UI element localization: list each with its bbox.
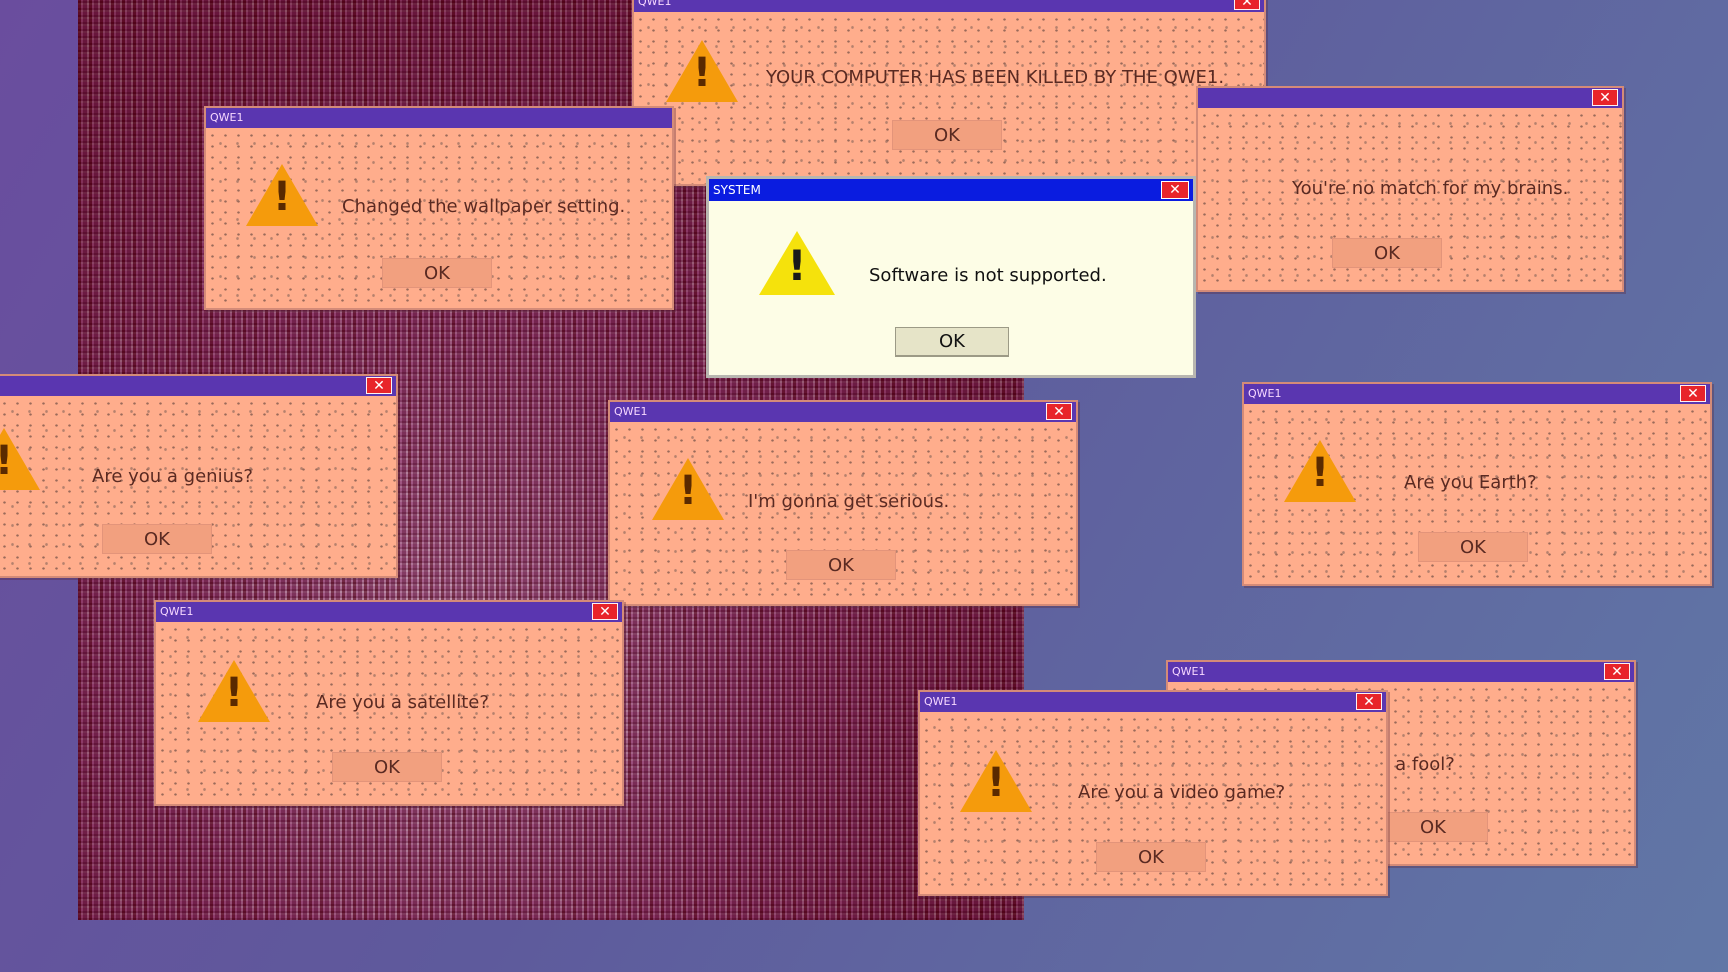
dialog-message: Are you a satellite? xyxy=(316,692,489,713)
dialog-brains: ✕ You're no match for my brains. OK xyxy=(1196,86,1624,292)
dialog-message: I'm gonna get serious. xyxy=(748,491,950,512)
dialog-title: QWE1 xyxy=(210,111,244,124)
dialog-titlebar[interactable]: QWE1 ✕ xyxy=(634,0,1264,12)
system-message: Software is not supported. xyxy=(869,265,1107,286)
dialog-titlebar[interactable]: QWE1 ✕ xyxy=(156,602,622,622)
dialog-message: You're no match for my brains. xyxy=(1292,178,1569,199)
dialog-title: QWE1 xyxy=(614,405,648,418)
system-title: SYSTEM xyxy=(713,183,761,197)
ok-button[interactable]: OK xyxy=(1096,842,1206,872)
warning-icon: ! xyxy=(246,164,318,226)
dialog-titlebar[interactable]: QWE1 ✕ xyxy=(610,402,1076,422)
close-button[interactable]: ✕ xyxy=(1046,403,1072,420)
system-dialog: SYSTEM ✕ ! Software is not supported. OK xyxy=(706,176,1196,378)
dialog-titlebar[interactable]: QWE1 ✕ xyxy=(1244,384,1710,404)
dialog-message: Are you a video game? xyxy=(1078,782,1286,803)
dialog-titlebar[interactable]: QWE1 xyxy=(206,108,672,128)
warning-icon: ! xyxy=(652,458,724,520)
dialog-message: Changed the wallpaper setting. xyxy=(342,196,626,217)
ok-button[interactable]: OK xyxy=(892,120,1002,150)
dialog-message: Are you a genius? xyxy=(92,466,253,487)
dialog-title: QWE1 xyxy=(924,695,958,708)
dialog-message: YOUR COMPUTER HAS BEEN KILLED BY THE QWE… xyxy=(766,67,1225,88)
dialog-titlebar[interactable]: QWE1 ✕ xyxy=(920,692,1386,712)
ok-button[interactable]: OK xyxy=(1332,238,1442,268)
warning-icon: ! xyxy=(759,231,835,295)
ok-button[interactable]: OK xyxy=(102,524,212,554)
close-button[interactable]: ✕ xyxy=(1356,693,1382,710)
dialog-titlebar[interactable]: QWE1 ✕ xyxy=(1168,662,1634,682)
close-button[interactable]: ✕ xyxy=(1234,0,1260,10)
warning-icon: ! xyxy=(198,660,270,722)
dialog-serious: QWE1 ✕ ! I'm gonna get serious. OK xyxy=(608,400,1078,606)
dialog-message: u a fool? xyxy=(1378,754,1455,775)
dialog-satellite: QWE1 ✕ ! Are you a satellite? OK xyxy=(154,600,624,806)
close-button[interactable]: ✕ xyxy=(1592,89,1618,106)
dialog-titlebar[interactable]: ✕ xyxy=(0,376,396,396)
dialog-title: QWE1 xyxy=(638,0,672,8)
close-button[interactable]: ✕ xyxy=(1161,181,1189,199)
warning-icon: ! xyxy=(1284,440,1356,502)
dialog-video-game: QWE1 ✕ ! Are you a video game? OK xyxy=(918,690,1388,896)
dialog-title: QWE1 xyxy=(1248,387,1282,400)
warning-icon: ! xyxy=(0,428,40,490)
close-button[interactable]: ✕ xyxy=(592,603,618,620)
warning-icon: ! xyxy=(960,750,1032,812)
ok-button[interactable]: OK xyxy=(382,258,492,288)
dialog-titlebar[interactable]: ✕ xyxy=(1198,88,1622,108)
ok-button[interactable]: OK xyxy=(786,550,896,580)
dialog-title: QWE1 xyxy=(160,605,194,618)
dialog-message: Are you Earth? xyxy=(1404,472,1537,493)
ok-button[interactable]: OK xyxy=(1378,812,1488,842)
ok-button[interactable]: OK xyxy=(332,752,442,782)
dialog-title: QWE1 xyxy=(1172,665,1206,678)
close-button[interactable]: ✕ xyxy=(1604,663,1630,680)
dialog-genius: ✕ ! Are you a genius? OK xyxy=(0,374,398,578)
close-button[interactable]: ✕ xyxy=(366,377,392,394)
dialog-earth: QWE1 ✕ ! Are you Earth? OK xyxy=(1242,382,1712,586)
dialog-killed: QWE1 ✕ ! YOUR COMPUTER HAS BEEN KILLED B… xyxy=(632,0,1266,186)
ok-button[interactable]: OK xyxy=(1418,532,1528,562)
dialog-wallpaper: QWE1 ! Changed the wallpaper setting. OK xyxy=(204,106,674,310)
system-ok-button[interactable]: OK xyxy=(895,327,1009,357)
warning-icon: ! xyxy=(666,40,738,102)
close-button[interactable]: ✕ xyxy=(1680,385,1706,402)
system-titlebar[interactable]: SYSTEM ✕ xyxy=(709,179,1193,201)
